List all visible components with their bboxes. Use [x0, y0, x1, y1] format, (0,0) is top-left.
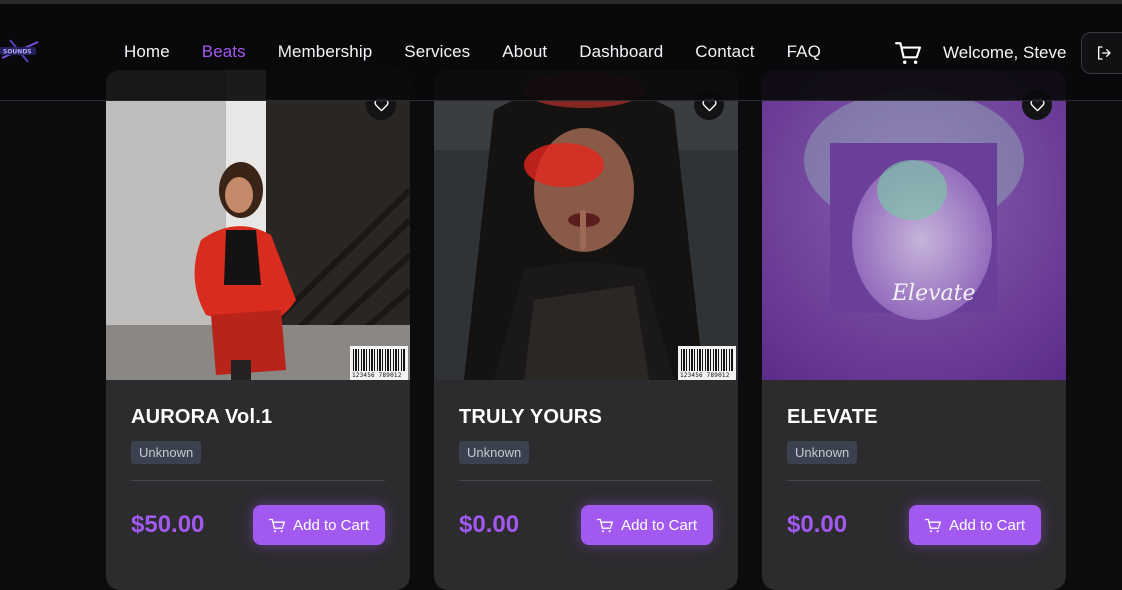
genre-tag: Unknown — [459, 441, 530, 464]
site-logo[interactable]: SOUNDS — [0, 36, 40, 66]
product-card: 123456 789012 TRULY YOURS Unknown $0.00 … — [434, 70, 738, 590]
product-title[interactable]: AURORA Vol.1 — [131, 406, 385, 429]
genre-tag: Unknown — [787, 441, 858, 464]
logout-button[interactable] — [1081, 32, 1122, 74]
nav-link-contact[interactable]: Contact — [695, 42, 754, 62]
add-to-cart-label: Add to Cart — [949, 516, 1025, 534]
cart-icon — [597, 518, 614, 532]
genre-tag: Unknown — [131, 441, 202, 464]
add-to-cart-button[interactable]: Add to Cart — [909, 505, 1041, 545]
top-navbar: SOUNDS Home Beats Membership Services Ab… — [0, 4, 1122, 101]
product-price: $0.00 — [787, 511, 848, 538]
primary-nav: Home Beats Membership Services About Das… — [124, 42, 853, 62]
add-to-cart-label: Add to Cart — [293, 516, 369, 534]
barcode-graphic: 123456 789012 — [350, 346, 408, 380]
add-to-cart-button[interactable]: Add to Cart — [581, 505, 713, 545]
product-art[interactable]: 123456 789012 — [106, 70, 410, 380]
product-price: $0.00 — [459, 511, 520, 538]
barcode-graphic: 123456 789012 — [678, 346, 736, 380]
cart-icon — [925, 518, 942, 532]
add-to-cart-label: Add to Cart — [621, 516, 697, 534]
nav-link-services[interactable]: Services — [404, 42, 470, 62]
logout-icon — [1098, 46, 1111, 60]
welcome-message: Welcome, Steve — [943, 43, 1067, 62]
product-card: 123456 789012 AURORA Vol.1 Unknown $50.0… — [106, 70, 410, 590]
nav-link-faq[interactable]: FAQ — [787, 42, 821, 62]
add-to-cart-button[interactable]: Add to Cart — [253, 505, 385, 545]
product-title[interactable]: TRULY YOURS — [459, 406, 713, 429]
cover-image — [434, 70, 738, 380]
product-art[interactable]: 123456 789012 — [434, 70, 738, 380]
barcode-number: 123456 789012 — [352, 372, 402, 379]
beats-grid: 123456 789012 AURORA Vol.1 Unknown $50.0… — [106, 70, 1066, 590]
cart-button[interactable] — [895, 41, 921, 65]
nav-link-dashboard[interactable]: Dashboard — [579, 42, 663, 62]
product-card: Elevate ELEVATE Unknown $0.00 Add to Car… — [762, 70, 1066, 590]
product-art[interactable]: Elevate — [762, 70, 1066, 380]
divider — [787, 480, 1041, 481]
cover-image — [106, 70, 410, 380]
divider — [131, 480, 385, 481]
nav-link-home[interactable]: Home — [124, 42, 170, 62]
cart-icon — [895, 42, 921, 64]
nav-link-beats[interactable]: Beats — [202, 42, 246, 62]
divider — [459, 480, 713, 481]
nav-link-about[interactable]: About — [502, 42, 547, 62]
cover-image: Elevate — [762, 70, 1066, 380]
product-price: $50.00 — [131, 511, 205, 538]
svg-text:SOUNDS: SOUNDS — [3, 49, 32, 56]
cart-icon — [269, 518, 286, 532]
barcode-number: 123456 789012 — [680, 372, 730, 379]
product-title[interactable]: ELEVATE — [787, 406, 1041, 429]
logo-mark: SOUNDS — [0, 39, 39, 63]
nav-link-membership[interactable]: Membership — [278, 42, 373, 62]
cover-script-text: Elevate — [891, 281, 976, 306]
